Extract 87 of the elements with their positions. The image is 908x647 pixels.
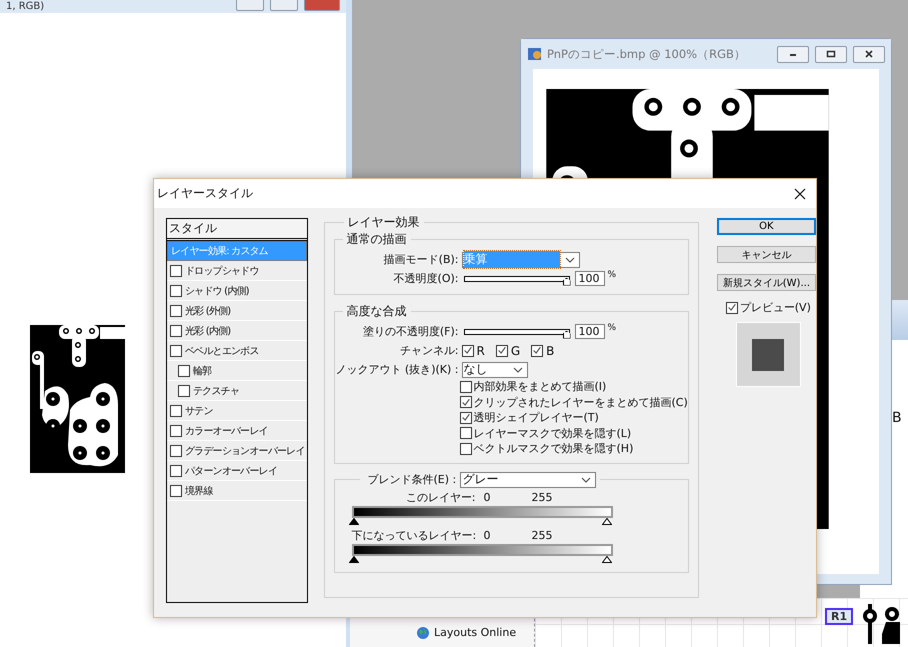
checkbox[interactable] — [170, 404, 182, 416]
fill-opacity-field[interactable]: 100 — [574, 324, 604, 339]
field-label: ブレンド条件(E) : — [368, 472, 456, 487]
checkbox[interactable] — [460, 427, 472, 440]
blend-if-dropdown[interactable]: グレー — [460, 472, 596, 488]
close-button[interactable] — [853, 46, 885, 62]
slider-value: 255 — [532, 529, 552, 542]
style-list-item[interactable]: グラデーションオーバーレイ — [167, 441, 306, 461]
field-label: 描画モード(B): — [382, 252, 458, 267]
window-title: PnPのコピー.bmp @ 100%（RGB） — [547, 46, 746, 62]
group-title: レイヤー効果 — [346, 214, 420, 231]
checkbox-label: 内部効果をまとめて描画(I) — [474, 379, 606, 394]
field-label: 塗りの不透明度(F): — [362, 324, 458, 339]
field-label: ノックアウト (抜き)(K) : — [334, 362, 458, 377]
dialog-button[interactable]: OK — [716, 218, 816, 235]
slider-label: 下になっているレイヤー: — [352, 528, 476, 543]
style-list-item[interactable]: 境界線 — [167, 481, 306, 501]
style-list-item[interactable]: サテン — [167, 401, 306, 421]
checkbox[interactable] — [170, 484, 182, 496]
checkbox[interactable] — [531, 344, 544, 356]
style-list-item[interactable]: テクスチャ — [167, 381, 306, 401]
app-icon — [527, 46, 543, 62]
list-header: スタイル — [167, 219, 306, 241]
canvas-text: B — [892, 410, 902, 426]
dialog-button[interactable]: 新規スタイル(W)... — [716, 274, 816, 291]
checkbox[interactable] — [460, 396, 472, 408]
checkbox[interactable] — [460, 442, 472, 455]
checkbox[interactable] — [170, 304, 182, 316]
slider-label: このレイヤー: — [404, 490, 476, 505]
minimize-button[interactable] — [777, 46, 809, 62]
checkbox-label: レイヤーマスクで効果を隠す(L) — [474, 426, 632, 441]
style-list-item[interactable]: ドロップシャドウ — [167, 261, 306, 281]
style-list-item[interactable]: パターンオーバーレイ — [167, 461, 306, 481]
checkbox-label: R — [476, 344, 485, 358]
field-label: チャンネル: — [398, 343, 458, 358]
checkbox-label: クリップされたレイヤーをまとめて描画(C) — [474, 394, 688, 410]
style-list-item[interactable]: カラーオーバーレイ — [167, 421, 306, 441]
opacity-field[interactable]: 100 — [574, 271, 604, 286]
globe-icon — [416, 626, 430, 640]
checkbox[interactable] — [170, 284, 182, 296]
field-label: 不透明度(O): — [392, 271, 458, 286]
range-handle[interactable] — [348, 556, 358, 562]
checkbox[interactable] — [170, 344, 182, 356]
chevron-down-icon — [564, 256, 574, 262]
dialog-title: レイヤースタイル — [157, 185, 253, 202]
range-handle[interactable] — [348, 518, 358, 524]
checkbox-label: プレビュー(V) — [740, 300, 811, 315]
checkbox[interactable] — [178, 384, 190, 396]
maximize-icon — [826, 49, 836, 59]
maximize-button[interactable] — [815, 46, 847, 62]
checkbox[interactable] — [178, 364, 190, 376]
checkbox-label: ベクトルマスクで効果を隠す(H) — [474, 441, 634, 456]
part-label[interactable]: R1 — [825, 608, 854, 625]
checkbox[interactable] — [496, 344, 508, 356]
checkbox[interactable] — [462, 344, 474, 356]
checkbox[interactable] — [460, 380, 472, 393]
checkbox[interactable] — [170, 444, 182, 456]
checkbox-label: 透明シェイプレイヤー(T) — [474, 410, 599, 426]
checkbox[interactable] — [460, 412, 472, 424]
style-list-item[interactable]: 光彩 (外側) — [167, 301, 306, 321]
knockout-dropdown[interactable]: なし — [462, 362, 528, 378]
checkbox[interactable] — [726, 302, 738, 314]
unit-label: % — [608, 323, 616, 333]
group-title: 高度な合成 — [346, 303, 408, 320]
checkbox[interactable] — [170, 464, 182, 476]
style-list-item[interactable]: 光彩 (内側) — [167, 321, 306, 341]
close-icon[interactable] — [794, 188, 806, 200]
close-icon — [864, 49, 874, 59]
slider-value: 255 — [532, 491, 552, 504]
group-title: 通常の描画 — [346, 231, 408, 248]
panel-item[interactable]: Layouts Online — [434, 626, 516, 639]
window-title: 1, RGB) — [6, 0, 44, 13]
unit-label: % — [608, 270, 616, 280]
style-list-item[interactable]: ベベルとエンボス — [167, 341, 306, 361]
style-list-item[interactable]: シャドウ (内側) — [167, 281, 306, 301]
dialog-button[interactable]: キャンセル — [716, 246, 816, 263]
checkbox[interactable] — [170, 424, 182, 436]
checkbox[interactable] — [170, 264, 182, 276]
checkbox[interactable] — [170, 324, 182, 336]
checkbox-label: G — [510, 344, 520, 358]
chevron-down-icon — [581, 476, 592, 482]
slider-value: 0 — [484, 491, 492, 504]
checkbox-label: B — [546, 344, 554, 358]
chevron-down-icon — [512, 366, 522, 372]
preview-swatch — [736, 322, 801, 387]
style-list-item[interactable]: 輪郭 — [167, 361, 306, 381]
slider-value: 0 — [484, 529, 492, 542]
